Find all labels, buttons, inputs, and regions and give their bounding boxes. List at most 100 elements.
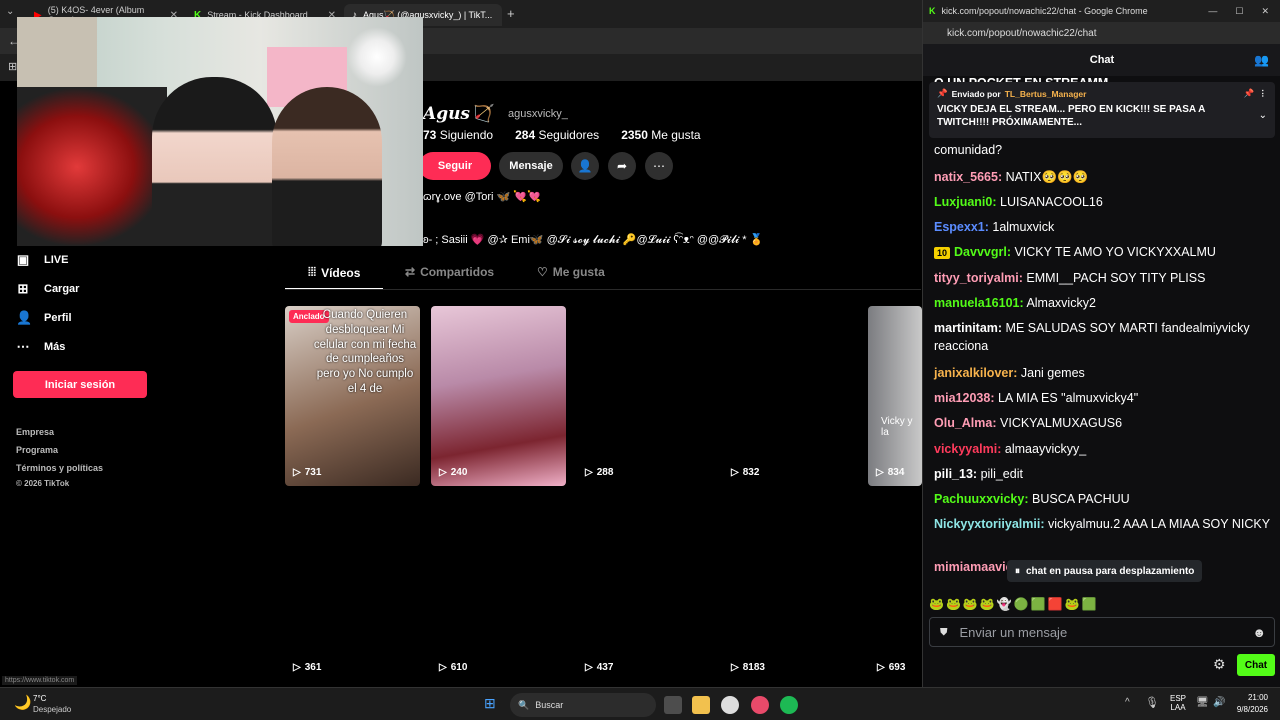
chat-message: Olu_Alma: VICKYALMUXAGUS6 <box>934 414 1274 432</box>
pause-icon: ⏸ <box>1015 565 1020 577</box>
chat-username[interactable]: Olu_Alma <box>934 416 992 430</box>
chat-username[interactable]: Nickyyxtoriiyalmii <box>934 517 1040 531</box>
share-icon[interactable]: ➦ <box>608 152 636 180</box>
chat-text: vickyalmuu.2 AAA LA MIAA SOY NICKY <box>1044 517 1271 531</box>
pin-icon[interactable]: 📌 <box>1244 88 1255 99</box>
sidebar-item-live[interactable]: ▣ LIVE <box>16 252 69 268</box>
start-icon[interactable]: ⊞ <box>484 695 496 712</box>
following-stat[interactable]: 73 Siguiendo <box>423 128 493 142</box>
kick-address-bar[interactable]: kick.com/popout/nowachic22/chat <box>923 22 1280 44</box>
followers-stat[interactable]: 284 Seguidores <box>515 128 599 142</box>
video-thumbnail-5[interactable]: Vicky y la ▷ 834 <box>868 306 922 486</box>
pinned-by-user[interactable]: TL_Bertus_Manager <box>1005 89 1087 99</box>
send-chat-button[interactable]: Chat <box>1237 654 1275 676</box>
video-views-3[interactable]: ▷ 288 <box>585 467 613 478</box>
person-left <box>152 77 277 246</box>
chat-username[interactable]: janixalkilover <box>934 366 1013 380</box>
sidebar-item-more[interactable]: ⋯ Más <box>16 339 66 355</box>
sidebar-item-label: LIVE <box>44 254 69 266</box>
sidebar-item-upload[interactable]: ⊞ Cargar <box>16 281 80 297</box>
video-views-row2-5[interactable]: ▷ 693 <box>877 662 905 673</box>
video-views: ▷ 834 <box>876 467 904 478</box>
video-views-row2-4[interactable]: ▷ 8183 <box>731 662 765 673</box>
add-friend-icon[interactable]: 👤 <box>571 152 599 180</box>
emote-bar[interactable]: 🐸🐸🐸🐸👻🟢🟩🟥🐸🟩 <box>929 597 1098 611</box>
play-icon: ▷ <box>731 467 739 478</box>
footer-link-company[interactable]: Empresa <box>16 427 54 437</box>
chevron-down-icon[interactable]: ⌄ <box>1259 110 1267 121</box>
clock[interactable]: 21:00 9/8/2026 <box>1236 693 1268 714</box>
more-options-icon[interactable]: ⋯ <box>645 152 673 180</box>
chat-username[interactable]: pili_13 <box>934 467 973 481</box>
volume-icon[interactable]: 🔊 <box>1213 697 1225 708</box>
chat-username[interactable]: manuela16101 <box>934 296 1019 310</box>
video-views-row2-3[interactable]: ▷ 437 <box>585 662 613 673</box>
network-icon[interactable]: 🖥 <box>1196 697 1209 708</box>
minimize-icon[interactable]: — <box>1208 6 1217 17</box>
chat-username[interactable]: vickyyalmi <box>934 442 997 456</box>
video-thumbnail-1[interactable]: Anclado Cuando Quieren desbloquear Mi ce… <box>285 306 420 486</box>
file-explorer-icon[interactable] <box>692 696 710 714</box>
spotify-icon[interactable] <box>780 696 798 714</box>
play-icon: ▷ <box>293 467 301 478</box>
login-button[interactable]: Iniciar sesión <box>13 371 147 398</box>
chat-input[interactable]: ⛊ Enviar un mensaje ☻ <box>929 617 1275 647</box>
repost-icon: ⇄ <box>405 265 416 279</box>
chat-message: vickyyalmi: almaayvickyy_ <box>934 440 1274 458</box>
shield-icon: ⛊ <box>940 626 948 638</box>
sidebar-item-profile[interactable]: 👤 Perfil <box>16 310 72 326</box>
follow-button[interactable]: Seguir <box>419 152 491 180</box>
app-icon[interactable] <box>721 696 739 714</box>
chat-username[interactable]: Luxjuani0 <box>934 195 992 209</box>
pause-label: chat en pausa para desplazamiento <box>1026 565 1195 577</box>
tab-liked[interactable]: ♡ Me gusta <box>537 265 605 279</box>
tab-shared[interactable]: ⇄ Compartidos <box>405 265 494 279</box>
apps-icon[interactable]: ⊞ <box>8 60 17 73</box>
tabs-divider <box>285 289 921 290</box>
video-thumbnail-2[interactable]: ▷ 240 <box>431 306 566 486</box>
tab-label: Me gusta <box>552 265 605 279</box>
chat-username[interactable]: Pachuuxxvicky <box>934 492 1024 506</box>
emoji-icon[interactable]: ☻ <box>1252 625 1266 640</box>
followers-count: 284 <box>515 128 536 142</box>
chrome-profile-icon[interactable] <box>751 696 769 714</box>
chat-text: VICKY TE AMO YO VICKYXXALMU <box>1011 245 1216 259</box>
close-icon[interactable]: ✕ <box>1261 6 1269 17</box>
taskbar-search[interactable]: 🔍 Buscar <box>510 693 656 717</box>
footer-link-program[interactable]: Programa <box>16 445 58 455</box>
users-icon[interactable]: 👥 <box>1254 53 1269 67</box>
maximize-icon[interactable]: ☐ <box>1235 6 1243 17</box>
chat-paused-notice[interactable]: ⏸ chat en pausa para desplazamiento <box>1007 560 1203 582</box>
weather-icon[interactable]: 🌙 <box>14 694 31 711</box>
chat-username[interactable]: tityy_toriyalmi <box>934 271 1019 285</box>
chevron-up-icon[interactable]: ^ <box>1125 697 1130 708</box>
video-views-4[interactable]: ▷ 832 <box>731 467 759 478</box>
video-views-row2-2[interactable]: ▷ 610 <box>439 662 467 673</box>
chat-input-placeholder: Enviar un mensaje <box>959 624 1068 640</box>
chat-username[interactable]: mia12038 <box>934 391 990 405</box>
video-views-row2-1[interactable]: ▷ 361 <box>293 662 321 673</box>
view-count: 832 <box>742 467 760 478</box>
chat-username[interactable]: martinitam <box>934 321 998 335</box>
pin-icon: 📌 <box>937 88 948 98</box>
chat-text: Almaxvicky2 <box>1023 296 1096 310</box>
sidebar-item-label: Perfil <box>44 312 72 324</box>
more-options-icon[interactable]: ⋮ <box>1259 88 1268 99</box>
chat-username[interactable]: Espexx1 <box>934 220 985 234</box>
chat-username[interactable]: natix_5665 <box>934 170 998 184</box>
footer-link-terms[interactable]: Términos y políticas <box>16 463 103 473</box>
pinned-by-label: Enviado por <box>951 88 1001 99</box>
chat-username[interactable]: Davvvgrl <box>954 245 1007 259</box>
new-tab-button[interactable]: + <box>507 6 515 21</box>
chat-message: tityy_toriyalmi: EMMI__PACH SOY TITY PLI… <box>934 269 1274 287</box>
gear-icon[interactable]: ⚙ <box>1213 656 1226 673</box>
chat-message: pili_13: pili_edit <box>934 465 1274 483</box>
following-count: 73 <box>423 128 437 142</box>
mic-icon[interactable]: 🎙 <box>1145 696 1159 709</box>
task-view-icon[interactable] <box>664 696 682 714</box>
chat-text: EMMI__PACH SOY TITY PLISS <box>1022 271 1206 285</box>
message-button[interactable]: Mensaje <box>499 152 563 180</box>
tab-videos[interactable]: ⦙⦙⦙ Vídeos <box>308 265 360 280</box>
language-indicator[interactable]: ESP LAA <box>1170 694 1186 712</box>
weather-temp: 7°C <box>33 694 47 703</box>
